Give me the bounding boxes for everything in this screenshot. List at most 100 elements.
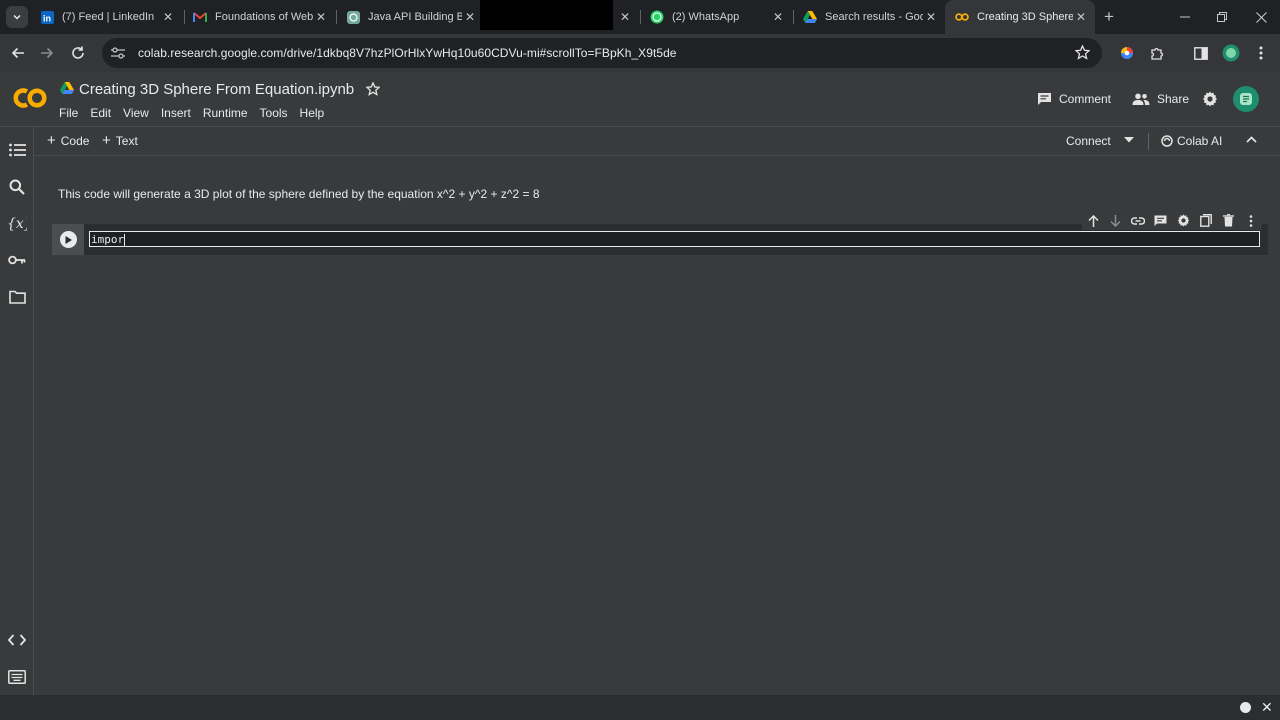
close-icon[interactable]: ✕	[313, 9, 329, 25]
chevron-up-icon[interactable]	[1246, 136, 1257, 143]
close-icon[interactable]: ✕	[617, 9, 633, 25]
close-icon[interactable]: ✕	[770, 9, 786, 25]
code-editor[interactable]: impor	[89, 231, 1260, 247]
more-options-button[interactable]	[1240, 212, 1263, 230]
run-cell-button[interactable]	[52, 224, 84, 255]
chevron-down-icon[interactable]	[1124, 137, 1134, 143]
arrow-right-icon	[41, 47, 54, 59]
tab-chatgpt[interactable]: Java API Building Ba ✕	[336, 0, 484, 34]
browser-tab-strip: in (7) Feed | LinkedIn ✕ Foundations of …	[0, 0, 1280, 34]
variables-icon[interactable]: {x}	[7, 213, 27, 233]
browser-menu-icon[interactable]	[1252, 44, 1270, 62]
delete-cell-button[interactable]	[1217, 212, 1240, 230]
menu-tools[interactable]: Tools	[260, 106, 288, 120]
close-icon[interactable]: ✕	[160, 9, 176, 25]
drive-icon	[803, 10, 817, 24]
colab-ai-button[interactable]: Colab AI	[1161, 134, 1222, 148]
link-cell-button[interactable]	[1127, 212, 1150, 230]
bookmark-star-icon[interactable]	[1075, 45, 1090, 60]
colab-header: Creating 3D Sphere From Equation.ipynb F…	[0, 72, 1280, 127]
mirror-tab-icon	[1199, 214, 1212, 227]
user-avatar[interactable]	[1233, 86, 1259, 112]
redacted-tab	[480, 0, 613, 30]
comment-label: Comment	[1059, 92, 1112, 106]
reload-button[interactable]	[69, 44, 87, 62]
move-cell-up-button[interactable]	[1082, 212, 1105, 230]
svg-text:{x}: {x}	[7, 216, 27, 231]
tab-title: (7) Feed | LinkedIn	[62, 11, 155, 23]
star-icon[interactable]	[366, 82, 380, 96]
tab-redacted-close[interactable]: ✕	[613, 0, 639, 34]
drive-icon	[60, 82, 74, 96]
svg-text:in: in	[43, 13, 51, 23]
mirror-cell-button[interactable]	[1195, 212, 1218, 230]
add-text-cell-button[interactable]: + Text	[102, 133, 138, 148]
notebook-title[interactable]: Creating 3D Sphere From Equation.ipynb	[79, 81, 354, 98]
trash-icon	[1222, 214, 1234, 227]
close-icon[interactable]: ✕	[923, 9, 939, 25]
chevron-down-icon	[13, 14, 21, 20]
back-button[interactable]	[9, 44, 27, 62]
tab-search-button[interactable]	[6, 6, 28, 28]
left-sidebar: {x}	[0, 127, 34, 695]
tab-drive-search[interactable]: Search results - Goo ✕	[793, 0, 945, 34]
add-code-cell-button[interactable]: + Code	[47, 133, 90, 148]
search-icon[interactable]	[7, 177, 27, 197]
secrets-key-icon[interactable]	[7, 250, 27, 270]
minimize-button[interactable]	[1176, 8, 1194, 26]
linkedin-icon: in	[40, 10, 54, 24]
comment-button[interactable]: Comment	[1037, 92, 1111, 106]
side-panel-icon[interactable]	[1192, 44, 1210, 62]
restore-button[interactable]	[1213, 8, 1231, 26]
files-folder-icon[interactable]	[7, 287, 27, 307]
add-code-label: Code	[60, 134, 90, 148]
extension-icon-google[interactable]	[1118, 44, 1136, 62]
code-snippets-icon[interactable]	[7, 630, 27, 650]
menu-help[interactable]: Help	[300, 106, 325, 120]
tab-linkedin[interactable]: in (7) Feed | LinkedIn ✕	[30, 0, 182, 34]
site-settings-icon[interactable]	[110, 45, 126, 61]
arrow-up-icon	[1088, 214, 1099, 227]
menu-view[interactable]: View	[123, 106, 149, 120]
close-icon[interactable]: ✕	[1073, 9, 1089, 25]
colab-logo-icon[interactable]	[12, 87, 48, 109]
move-cell-down-button[interactable]	[1105, 212, 1128, 230]
cell-toolbar	[1082, 211, 1262, 230]
arrow-left-icon	[11, 47, 24, 59]
forward-button[interactable]	[38, 44, 56, 62]
command-palette-icon[interactable]	[7, 667, 27, 687]
tab-title: Java API Building Ba	[368, 11, 462, 23]
status-bar: ✕	[0, 695, 1280, 720]
menu-runtime[interactable]: Runtime	[203, 106, 248, 120]
restore-icon	[1217, 12, 1227, 22]
menu-insert[interactable]: Insert	[161, 106, 191, 120]
comment-icon	[1154, 215, 1167, 226]
arrow-down-icon	[1110, 214, 1121, 227]
comment-icon	[1037, 92, 1052, 106]
text-cell[interactable]: This code will generate a 3D plot of the…	[58, 187, 540, 201]
settings-button[interactable]	[1202, 91, 1218, 107]
address-bar[interactable]: colab.research.google.com/drive/1dkbq8V7…	[102, 38, 1102, 68]
share-button[interactable]: Share	[1132, 92, 1189, 106]
colab-icon	[955, 10, 969, 24]
extensions-puzzle-icon[interactable]	[1148, 44, 1166, 62]
table-of-contents-icon[interactable]	[7, 140, 27, 160]
menu-file[interactable]: File	[59, 106, 78, 120]
people-icon	[1132, 93, 1150, 105]
profile-avatar-icon[interactable]	[1222, 44, 1240, 62]
play-icon	[59, 231, 77, 248]
tab-gmail[interactable]: Foundations of Web ✕	[183, 0, 335, 34]
connect-button[interactable]: Connect	[1066, 134, 1111, 148]
comment-cell-button[interactable]	[1150, 212, 1173, 230]
cell-settings-button[interactable]	[1172, 212, 1195, 230]
gear-icon	[1177, 214, 1190, 227]
tab-colab-active[interactable]: Creating 3D Sphere F ✕	[945, 0, 1095, 34]
new-tab-button[interactable]: +	[1100, 8, 1118, 26]
tab-whatsapp[interactable]: (2) WhatsApp ✕	[640, 0, 792, 34]
text-cursor	[124, 234, 126, 246]
status-indicator-icon[interactable]	[1240, 702, 1251, 713]
close-icon[interactable]: ✕	[462, 9, 478, 25]
close-window-button[interactable]	[1252, 8, 1270, 26]
menu-edit[interactable]: Edit	[90, 106, 111, 120]
close-icon[interactable]: ✕	[1261, 700, 1273, 714]
